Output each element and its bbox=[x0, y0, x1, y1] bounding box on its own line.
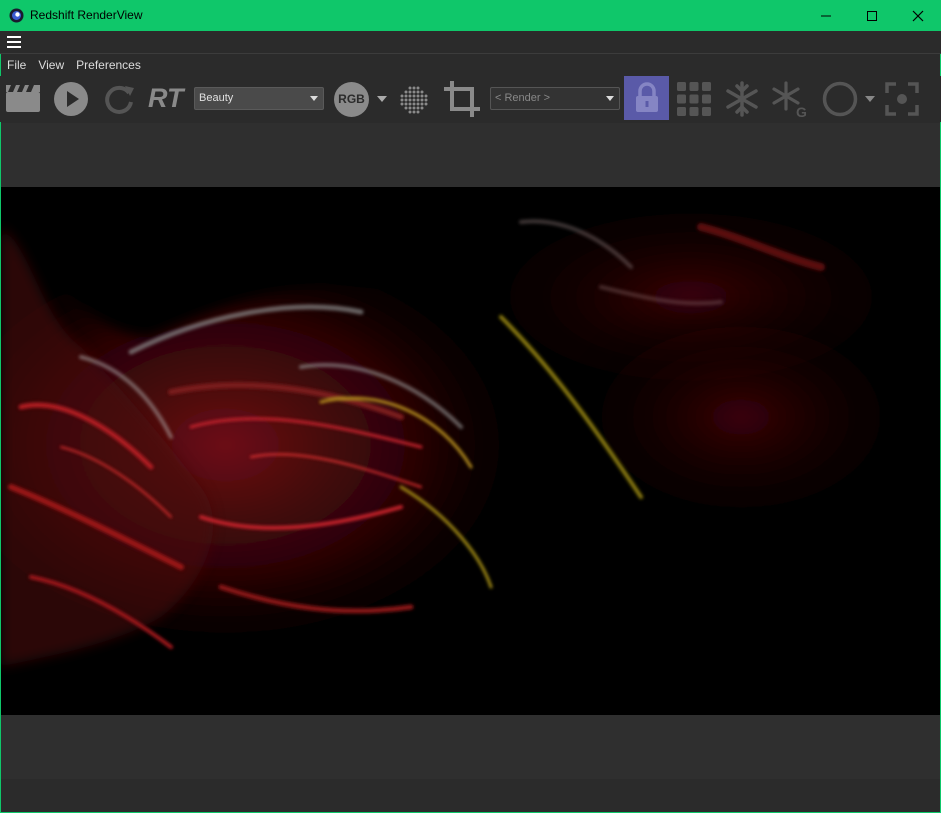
render-image bbox=[1, 187, 940, 715]
minimize-button[interactable] bbox=[803, 0, 849, 31]
maximize-icon bbox=[867, 10, 877, 21]
rgb-dropdown-icon[interactable] bbox=[377, 96, 387, 102]
toolbar: RT Beauty RGB < Render > G bbox=[0, 76, 941, 122]
title-bar: Redshift RenderView bbox=[0, 0, 941, 31]
maximize-button[interactable] bbox=[849, 0, 895, 31]
hamburger-row bbox=[0, 31, 941, 53]
rt-icon[interactable]: RT bbox=[148, 83, 184, 113]
close-icon bbox=[912, 10, 924, 21]
crop-icon[interactable] bbox=[442, 79, 482, 119]
hamburger-menu-icon[interactable] bbox=[7, 36, 21, 48]
cinema4d-app-icon bbox=[9, 8, 24, 23]
aov-select[interactable]: Beauty bbox=[194, 87, 324, 110]
status-bar bbox=[1, 779, 940, 812]
menu-file[interactable]: File bbox=[7, 57, 26, 73]
rgb-label: RGB bbox=[338, 92, 365, 106]
lock-icon bbox=[636, 82, 658, 112]
snapshot-select[interactable]: < Render > bbox=[490, 87, 620, 110]
rgb-icon[interactable]: RGB bbox=[334, 82, 369, 117]
chevron-down-icon bbox=[310, 96, 318, 101]
render-viewport[interactable] bbox=[1, 187, 940, 715]
snowflake-g-icon[interactable]: G bbox=[770, 80, 810, 120]
minimize-icon bbox=[821, 15, 831, 16]
lock-button[interactable] bbox=[624, 76, 669, 120]
menu-view[interactable]: View bbox=[38, 57, 64, 73]
circle-icon[interactable] bbox=[821, 80, 859, 118]
snapshot-select-value: < Render > bbox=[495, 92, 551, 104]
dots-grid-icon[interactable] bbox=[396, 82, 432, 118]
divider bbox=[0, 53, 941, 54]
play-icon[interactable] bbox=[53, 81, 89, 117]
chevron-down-icon bbox=[606, 96, 614, 101]
snowflake-icon[interactable] bbox=[723, 80, 761, 118]
clapboard-icon[interactable] bbox=[5, 82, 41, 114]
refresh-icon[interactable] bbox=[103, 82, 137, 116]
aov-select-value: Beauty bbox=[199, 92, 234, 104]
close-button[interactable] bbox=[895, 0, 941, 31]
focus-icon[interactable] bbox=[884, 81, 920, 117]
window-title: Redshift RenderView bbox=[30, 8, 143, 22]
circle-dropdown-icon[interactable] bbox=[865, 96, 875, 102]
menu-preferences[interactable]: Preferences bbox=[76, 57, 141, 73]
svg-text:G: G bbox=[796, 104, 807, 120]
render-info-bar bbox=[1, 123, 940, 187]
grid-icon[interactable] bbox=[676, 81, 712, 117]
bottom-info-bar bbox=[1, 715, 940, 779]
menu-bar: File View Preferences bbox=[7, 57, 153, 73]
